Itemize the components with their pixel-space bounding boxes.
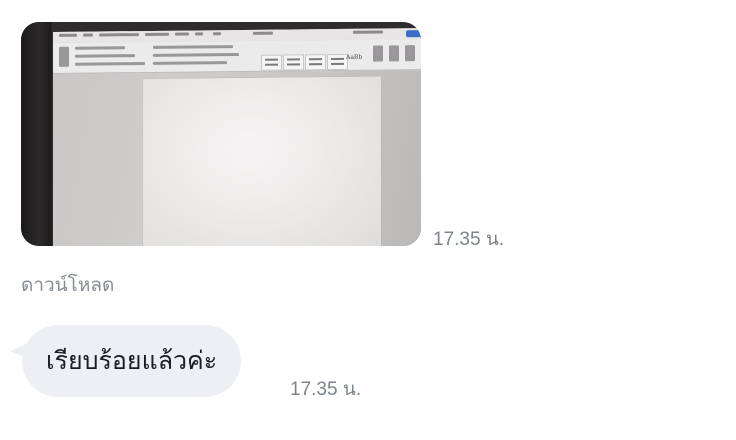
- document-title-text: [253, 31, 273, 35]
- laptop-screen: AaBb: [53, 28, 421, 246]
- account-text: [353, 30, 383, 34]
- style-nospacing-box: [283, 54, 304, 71]
- editing-icon: [389, 45, 399, 62]
- ribbon-tab: [83, 33, 93, 37]
- text-message-bubble[interactable]: เรียบร้อยแล้วค่ะ: [22, 325, 242, 397]
- message-timestamp: 17.35 น.: [290, 379, 362, 400]
- font-format-icons: [75, 62, 145, 66]
- photo-message[interactable]: AaBb: [21, 22, 421, 246]
- blank-document-page: [143, 76, 381, 246]
- style-title-sample: AaBb: [346, 53, 363, 61]
- style-heading1-box: [305, 54, 326, 71]
- message-text: เรียบร้อยแล้วค่ะ: [46, 346, 218, 375]
- paragraph-icons: [153, 61, 227, 65]
- styles-pane-icon: [373, 45, 383, 62]
- paragraph-icons: [153, 45, 233, 49]
- font-name-box: [75, 46, 125, 50]
- ribbon-tab: [195, 32, 203, 36]
- ribbon-tab: [175, 32, 189, 36]
- ribbon-tab: [59, 33, 77, 37]
- ribbon-tab: [145, 32, 169, 37]
- word-ribbon-toolbar: AaBb: [53, 39, 421, 74]
- ribbon-tab: [99, 33, 139, 37]
- chat-view: AaBb 17.35 น. ดาวน์โหลด เรียบร้อยแล้วค่ะ…: [0, 0, 736, 440]
- font-format-icons: [75, 54, 135, 58]
- photo-timestamp: 17.35 น.: [433, 229, 505, 250]
- dictate-icon: [405, 45, 415, 62]
- paragraph-icons: [153, 53, 239, 57]
- download-link[interactable]: ดาวน์โหลด: [21, 270, 114, 300]
- style-normal-box: [261, 54, 282, 71]
- share-button: [406, 30, 421, 38]
- style-heading2-box: [327, 53, 348, 71]
- ribbon-tab: [213, 32, 221, 36]
- paste-icon: [59, 46, 69, 67]
